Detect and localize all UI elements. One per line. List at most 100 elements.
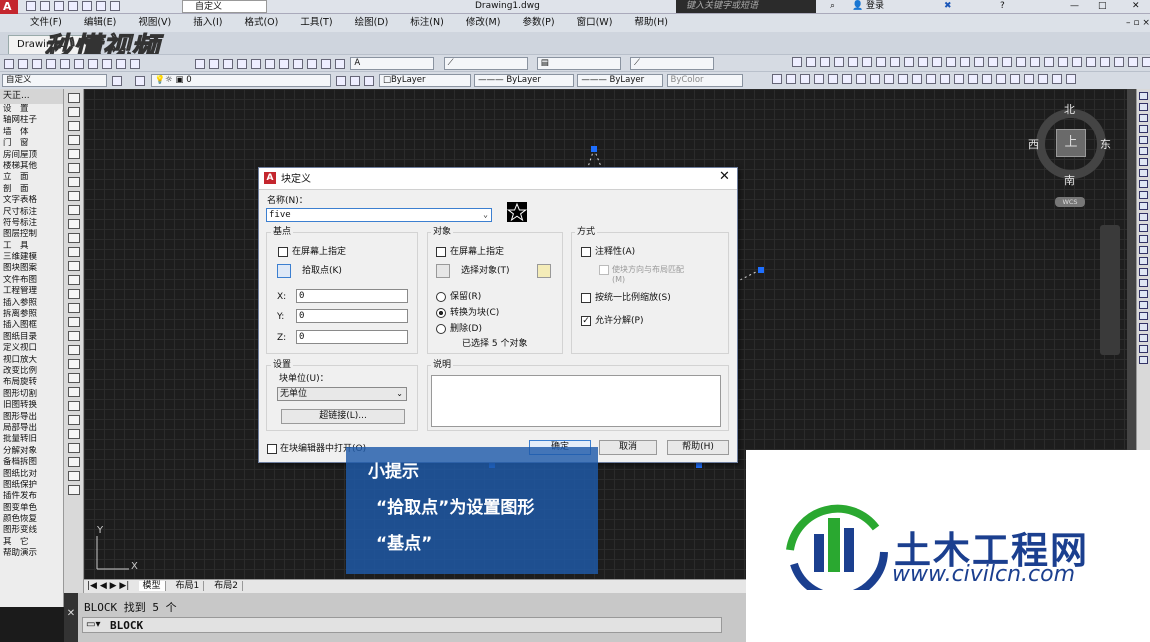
command-close-icon[interactable]: ✕ — [64, 593, 78, 642]
leader-icon[interactable] — [1114, 57, 1124, 67]
login-button[interactable]: 登录 — [866, 0, 884, 13]
array-icon[interactable] — [1139, 136, 1148, 144]
side-menu-item[interactable]: 图形导出 — [0, 412, 63, 423]
side-menu-item[interactable]: 门 窗 — [0, 138, 63, 149]
construction-line-icon[interactable] — [67, 107, 80, 117]
tool-p-icon[interactable] — [982, 74, 992, 84]
mirror-icon[interactable] — [1139, 114, 1148, 122]
dialog-close-icon[interactable]: ✕ — [719, 170, 730, 183]
layer-state-icon[interactable] — [363, 75, 374, 86]
tool-7-icon[interactable] — [1139, 334, 1148, 342]
dim-update-icon[interactable] — [1058, 57, 1068, 67]
menu-item[interactable]: 绘图(D) — [355, 17, 389, 28]
dim-reassoc-icon[interactable] — [1100, 57, 1110, 67]
erase-icon[interactable] — [67, 373, 80, 383]
fillet-icon[interactable] — [1139, 246, 1148, 254]
side-menu-item[interactable]: 符号标注 — [0, 218, 63, 229]
make-current-icon[interactable] — [335, 75, 346, 86]
select-objects-label[interactable]: 选择对象(T) — [461, 266, 510, 277]
layout-tab[interactable]: 布局1 — [171, 581, 205, 591]
plotstyle-dropdown[interactable]: ByColor — [666, 74, 743, 87]
rectangle-icon[interactable] — [67, 149, 80, 159]
tool-2-icon[interactable] — [1139, 279, 1148, 287]
make-block-icon[interactable] — [67, 261, 80, 271]
pan-icon[interactable] — [195, 58, 206, 69]
z-field[interactable]: 0 — [296, 330, 408, 344]
linetype-dropdown[interactable]: ——— ByLayer — [474, 74, 575, 87]
viewcube[interactable]: 上 北 南 东 西 WCS — [1028, 99, 1112, 207]
side-menu-item[interactable]: 工程管理 — [0, 286, 63, 297]
layer-previous-icon[interactable] — [349, 75, 360, 86]
convert-to-block-radio[interactable] — [436, 308, 446, 318]
new-icon[interactable] — [26, 1, 36, 11]
dim-edit-icon[interactable] — [1030, 57, 1040, 67]
zoom-window-icon[interactable] — [223, 58, 234, 69]
side-menu-item[interactable]: 图块图案 — [0, 263, 63, 274]
side-menu-item[interactable]: 图变单色 — [0, 503, 63, 514]
menu-item[interactable]: 窗口(W) — [577, 17, 613, 28]
allow-explode-checkbox[interactable]: ✓ — [581, 316, 591, 326]
side-menu-item[interactable]: 旧图转换 — [0, 400, 63, 411]
tool-5-icon[interactable] — [1139, 312, 1148, 320]
x-field[interactable]: 0 — [296, 289, 408, 303]
polyline-icon[interactable] — [67, 121, 80, 131]
side-menu-item[interactable]: 文件布图 — [0, 275, 63, 286]
dim-arc-icon[interactable] — [820, 57, 830, 67]
pick-point-icon[interactable] — [277, 264, 291, 278]
select-objects-icon[interactable] — [436, 264, 450, 278]
tool-k-icon[interactable] — [912, 74, 922, 84]
match-icon[interactable] — [130, 58, 140, 69]
layout-tab[interactable]: 模型 — [138, 581, 166, 591]
pick-point-label[interactable]: 拾取点(K) — [302, 266, 342, 277]
side-menu-item[interactable]: 布局旋转 — [0, 377, 63, 388]
tool-6-icon[interactable] — [1139, 323, 1148, 331]
open-in-block-editor-checkbox[interactable] — [267, 444, 277, 454]
mtext-icon[interactable] — [67, 345, 80, 355]
layer-dropdown[interactable]: 💡☼ ▣ 0 — [150, 74, 331, 87]
tool-i-icon[interactable] — [884, 74, 894, 84]
tool-h-icon[interactable] — [870, 74, 880, 84]
region-icon[interactable] — [67, 317, 80, 327]
tool-b-icon[interactable] — [786, 74, 796, 84]
side-menu-item[interactable]: 分解对象 — [0, 446, 63, 457]
menu-item[interactable]: 插入(I) — [193, 17, 222, 28]
menu-item[interactable]: 参数(P) — [522, 17, 554, 28]
array-icon[interactable] — [67, 429, 80, 439]
color-dropdown[interactable]: □ByLayer — [378, 74, 471, 87]
compass-east[interactable]: 东 — [1100, 136, 1111, 152]
lineweight-dropdown[interactable]: ——— ByLayer — [577, 74, 664, 87]
rotate-icon[interactable] — [1139, 158, 1148, 166]
snap-icon[interactable] — [1128, 57, 1138, 67]
side-menu-item[interactable]: 批量转旧 — [0, 434, 63, 445]
grid-icon[interactable] — [1142, 57, 1150, 67]
erase-icon[interactable] — [1139, 92, 1148, 100]
tool-j-icon[interactable] — [898, 74, 908, 84]
revcloud-icon[interactable] — [67, 191, 80, 201]
side-menu-item[interactable]: 图形变线 — [0, 525, 63, 536]
tool-d-icon[interactable] — [814, 74, 824, 84]
new-icon[interactable] — [4, 58, 14, 69]
dim-continue-icon[interactable] — [932, 57, 942, 67]
break-icon[interactable] — [1139, 213, 1148, 221]
tool-4-icon[interactable] — [1139, 301, 1148, 309]
move-icon[interactable] — [1139, 147, 1148, 155]
side-menu-item[interactable]: 图层控制 — [0, 229, 63, 240]
tool-a-icon[interactable] — [772, 74, 782, 84]
maximize-icon[interactable]: □ — [1098, 0, 1107, 13]
block-name-combobox[interactable]: five ⌄ — [266, 208, 492, 222]
side-menu-item[interactable]: 图纸比对 — [0, 469, 63, 480]
arc-icon[interactable] — [67, 163, 80, 173]
cancel-button[interactable]: 取消 — [599, 440, 657, 455]
move-icon[interactable] — [67, 443, 80, 453]
override-icon[interactable] — [1086, 57, 1096, 67]
y-field[interactable]: 0 — [296, 309, 408, 323]
tab-nav-icon[interactable]: |◀ ◀ ▶ ▶| — [87, 581, 129, 591]
tool-q-icon[interactable] — [996, 74, 1006, 84]
autocad-logo-icon[interactable]: A — [0, 0, 18, 14]
search-input[interactable]: 键入关键字或短语 — [676, 0, 816, 13]
binoculars-icon[interactable]: ⌕ — [830, 0, 835, 13]
objects-specify-on-screen-checkbox[interactable] — [436, 247, 446, 257]
scale-icon[interactable] — [67, 471, 80, 481]
menu-item[interactable]: 文件(F) — [30, 17, 62, 28]
block-unit-select[interactable]: 无单位 ⌄ — [277, 387, 407, 401]
